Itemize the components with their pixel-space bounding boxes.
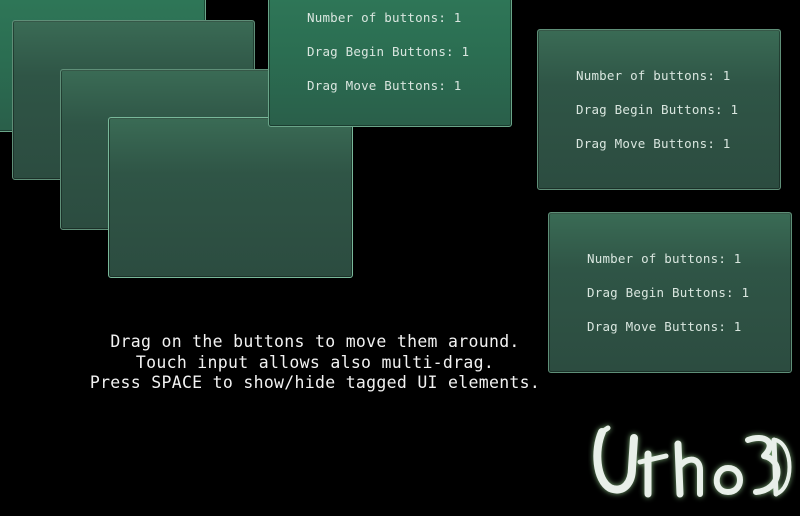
instructions-line-2: Touch input allows also multi-drag. (135, 352, 495, 372)
number-of-buttons-label: Number of buttons: 1 (587, 250, 742, 266)
instructions-line-1: Drag on the buttons to move them around. (110, 332, 520, 351)
number-of-buttons-label: Number of buttons: 1 (576, 67, 731, 83)
urho3d-logo (593, 425, 792, 498)
draggable-button-4[interactable] (108, 117, 353, 278)
drag-move-buttons-label: Drag Move Buttons: 1 (587, 318, 742, 334)
drag-begin-buttons-label: Drag Begin Buttons: 1 (307, 44, 470, 59)
draggable-button-5[interactable]: Number of buttons: 1 Drag Begin Buttons:… (268, 0, 512, 127)
number-of-buttons-label: Number of buttons: 1 (307, 10, 462, 25)
drag-begin-buttons-label: Drag Begin Buttons: 1 (587, 284, 750, 300)
instructions-text: Drag on the buttons to move them around.… (60, 332, 570, 394)
drag-begin-buttons-label: Drag Begin Buttons: 1 (576, 101, 739, 117)
drag-move-buttons-label: Drag Move Buttons: 1 (576, 135, 731, 151)
draggable-button-7[interactable]: Number of buttons: 1 Drag Begin Buttons:… (548, 212, 792, 373)
drag-move-buttons-label: Drag Move Buttons: 1 (307, 78, 462, 93)
draggable-button-6[interactable]: Number of buttons: 1 Drag Begin Buttons:… (537, 29, 781, 190)
instructions-line-3: Press SPACE to show/hide tagged UI eleme… (89, 373, 541, 392)
